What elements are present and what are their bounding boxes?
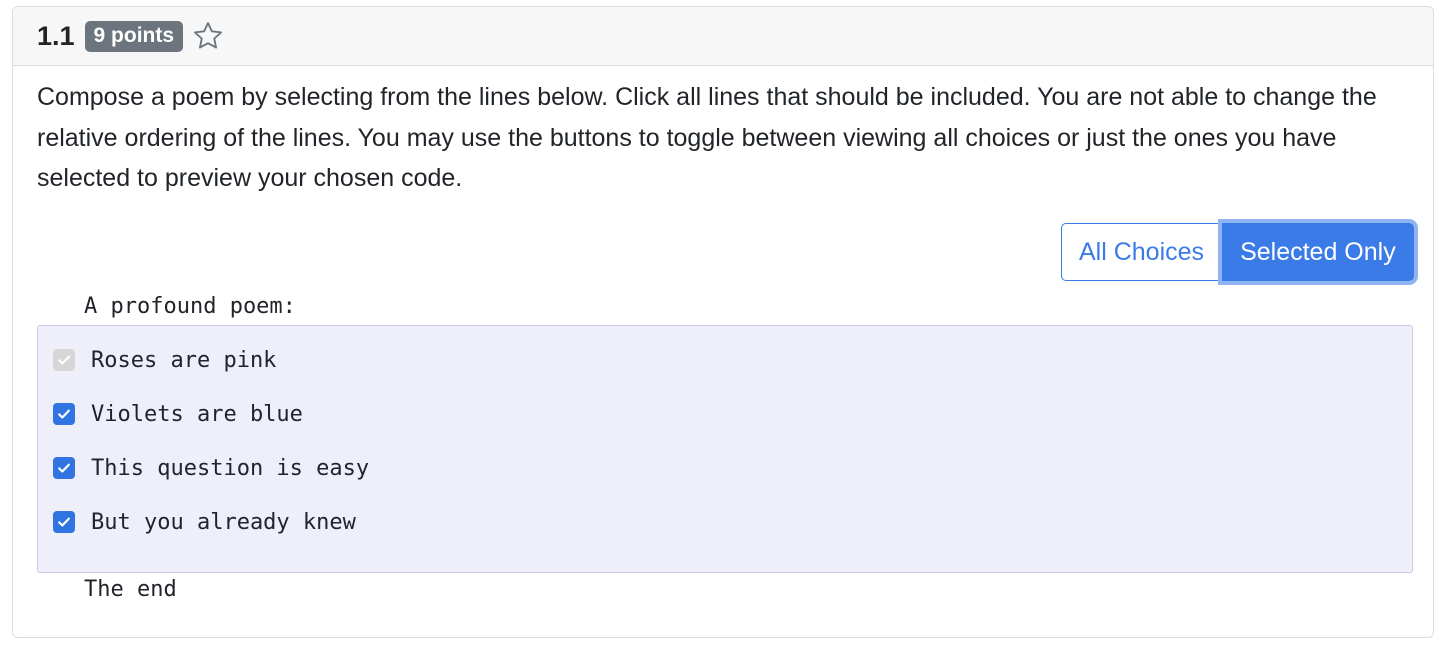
checkbox-disabled-checked bbox=[53, 349, 75, 371]
checkmark-icon bbox=[58, 463, 70, 473]
points-badge: 9 points bbox=[84, 20, 184, 52]
question-card: 1.1 9 points Compose a poem by selecting… bbox=[12, 6, 1434, 638]
checkbox-checked[interactable] bbox=[53, 457, 75, 479]
checkmark-icon bbox=[58, 517, 70, 527]
code-suffix-line: The end bbox=[84, 577, 177, 602]
selected-only-button[interactable]: Selected Only bbox=[1222, 223, 1414, 281]
question-prompt: Compose a poem by selecting from the lin… bbox=[37, 83, 1377, 192]
choice-row[interactable]: But you already knew bbox=[53, 507, 356, 537]
question-number: 1.1 bbox=[37, 20, 75, 51]
choice-row[interactable]: Roses are pink bbox=[53, 345, 276, 375]
choice-label: Roses are pink bbox=[91, 347, 277, 373]
view-toggle-group: All Choices Selected Only bbox=[1061, 222, 1414, 281]
choice-label: Violets are blue bbox=[91, 401, 303, 427]
all-choices-button[interactable]: All Choices bbox=[1061, 223, 1223, 281]
choice-label: But you already knew bbox=[91, 509, 356, 535]
checkbox-checked[interactable] bbox=[53, 403, 75, 425]
choices-list: Roses are pink Violets are blue This que… bbox=[37, 325, 1413, 573]
checkmark-icon bbox=[58, 355, 70, 365]
choice-row[interactable]: Violets are blue bbox=[53, 399, 303, 429]
choice-row[interactable]: This question is easy bbox=[53, 453, 369, 483]
checkmark-icon bbox=[58, 409, 70, 419]
code-prefix-line: A profound poem: bbox=[84, 294, 296, 319]
choice-label: This question is easy bbox=[91, 455, 370, 481]
question-header: 1.1 9 points bbox=[13, 7, 1433, 66]
checkbox-checked[interactable] bbox=[53, 511, 75, 533]
star-icon[interactable] bbox=[191, 19, 225, 53]
